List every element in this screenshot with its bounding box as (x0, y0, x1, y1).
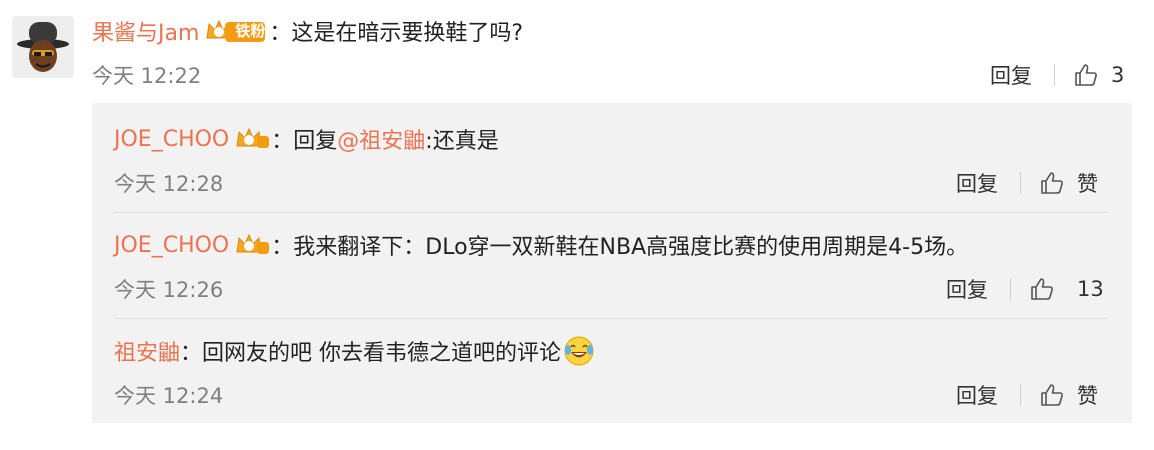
comment-actions: 回复 3 (990, 60, 1124, 90)
thumbs-up-icon[interactable] (1039, 382, 1065, 408)
reply-text: 回网友的吧 你去看韦德之道吧的评论 (202, 341, 562, 366)
reply-prefix: 回复 (293, 129, 338, 154)
like-label[interactable]: 赞 (1077, 168, 1098, 198)
like-count: 13 (1077, 277, 1104, 301)
avatar[interactable] (12, 16, 74, 78)
reply-timestamp: 今天 12:28 (114, 172, 224, 196)
reply-item: JOE_CHOO ： 回复 @祖安鼬 :还真是 (114, 123, 499, 155)
reply-item: JOE_CHOO ： 我来翻译下：DLo穿一双新鞋在NBA高强度比赛的使用周期是… (114, 230, 969, 261)
reply-divider (114, 318, 1108, 319)
laughing-tears-emoji-icon (563, 335, 595, 367)
reply-button[interactable]: 回复 (990, 60, 1032, 90)
reply-timestamp: 今天 12:24 (114, 384, 224, 408)
reply-divider (114, 212, 1108, 213)
badge-label: 铁粉 (235, 22, 266, 40)
reply-separator: ： (271, 129, 294, 154)
action-divider (1020, 172, 1021, 194)
reply-button[interactable]: 回复 (956, 168, 998, 198)
thumbs-up-icon[interactable] (1073, 62, 1099, 88)
reply-item: 祖安鼬 ： 回网友的吧 你去看韦德之道吧的评论 (114, 336, 595, 366)
reply-button[interactable]: 回复 (946, 274, 988, 304)
reply-separator: ： (271, 235, 294, 260)
comment-timestamp: 今天 12:22 (92, 64, 202, 88)
comment-username[interactable]: 果酱与Jam (92, 15, 199, 47)
crown-badge-icon[interactable]: 铁粉 (205, 18, 267, 44)
thumbs-up-icon[interactable] (1039, 170, 1065, 196)
reply-text: :还真是 (425, 129, 499, 154)
action-divider (1054, 64, 1055, 86)
reply-username[interactable]: JOE_CHOO (114, 233, 229, 258)
reply-timestamp: 今天 12:26 (114, 278, 224, 302)
avatar-image (12, 16, 74, 78)
crown-badge-icon[interactable] (235, 232, 271, 258)
like-label[interactable]: 赞 (1077, 380, 1098, 410)
reply-actions: 回复 赞 (956, 380, 1098, 410)
comment-text: 这是在暗示要换鞋了吗? (291, 21, 524, 46)
reply-separator: ： (180, 341, 203, 366)
like-count: 3 (1111, 63, 1125, 87)
action-divider (1020, 384, 1021, 406)
reply-text: 我来翻译下：DLo穿一双新鞋在NBA高强度比赛的使用周期是4-5场。 (293, 235, 969, 260)
reply-button[interactable]: 回复 (956, 380, 998, 410)
reply-username[interactable]: 祖安鼬 (114, 335, 180, 367)
comment-separator: ： (269, 21, 292, 46)
reply-actions: 回复 13 (946, 274, 1104, 304)
crown-badge-icon[interactable] (235, 126, 271, 152)
reply-username[interactable]: JOE_CHOO (114, 127, 229, 152)
action-divider (1010, 278, 1011, 300)
thumbs-up-icon[interactable] (1029, 276, 1055, 302)
mention-link[interactable]: @祖安鼬 (337, 123, 425, 155)
reply-actions: 回复 赞 (956, 168, 1098, 198)
